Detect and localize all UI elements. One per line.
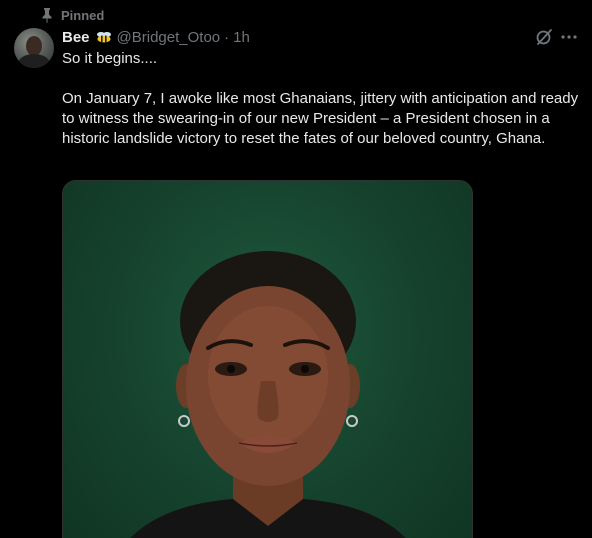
pinned-label: Pinned bbox=[61, 7, 105, 23]
post-header: Bee @Bridget_Otoo · 1h bbox=[62, 27, 250, 47]
post-image[interactable] bbox=[62, 180, 473, 538]
post-timestamp[interactable]: 1h bbox=[233, 29, 250, 46]
portrait-photo bbox=[130, 251, 406, 538]
display-name[interactable]: Bee bbox=[62, 29, 90, 46]
avatar[interactable] bbox=[14, 28, 54, 68]
bee-emoji-icon bbox=[96, 32, 111, 43]
separator-dot: · bbox=[224, 28, 230, 46]
pinned-indicator: Pinned bbox=[40, 6, 104, 24]
more-options-icon[interactable] bbox=[560, 28, 578, 46]
pin-icon bbox=[42, 8, 52, 23]
grok-icon[interactable] bbox=[535, 28, 553, 46]
author-handle[interactable]: @Bridget_Otoo bbox=[117, 29, 221, 46]
post-text: So it begins.... On January 7, I awoke l… bbox=[62, 50, 579, 147]
